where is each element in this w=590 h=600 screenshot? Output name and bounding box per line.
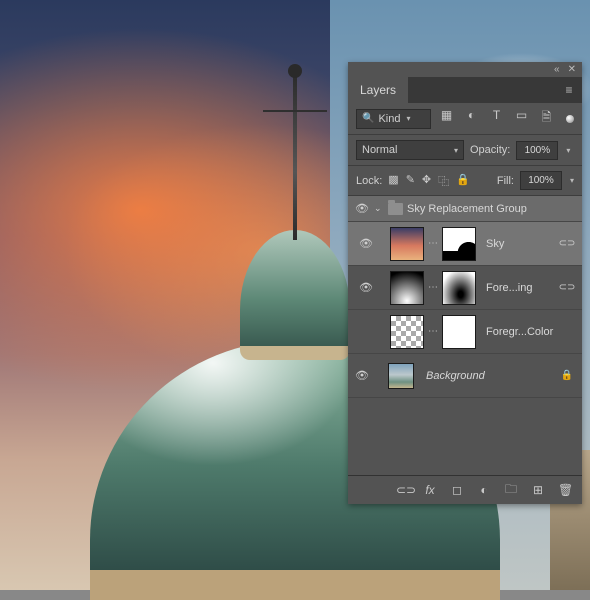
blend-mode-value: Normal	[362, 144, 397, 156]
visibility-icon[interactable]: 👁	[358, 281, 374, 294]
visibility-icon[interactable]: 👁	[358, 237, 374, 250]
lock-row: Lock: ▩ ✎ ✥ ⿻ 🔒 Fill: 100% ▾	[348, 166, 582, 196]
chevron-down-icon[interactable]: ▾	[566, 146, 570, 155]
lock-label: Lock:	[356, 175, 382, 187]
adjustment-layer-icon[interactable]: ◐	[477, 483, 491, 497]
filter-type-icon[interactable]: T	[489, 108, 504, 129]
new-group-icon[interactable]: 🗀	[504, 480, 518, 501]
layer-foreground-lighting-row[interactable]: 👁 ⋯ Fore...ing ⊂⊃	[348, 266, 582, 310]
opacity-input[interactable]: 100%	[516, 141, 558, 160]
layer-name: Sky Replacement Group	[407, 203, 576, 215]
new-layer-icon[interactable]: ⊞	[531, 483, 545, 497]
mask-thumbnail[interactable]	[442, 271, 476, 305]
layer-thumbnail[interactable]	[390, 227, 424, 261]
layer-thumbnail[interactable]	[388, 363, 414, 389]
mask-thumbnail[interactable]	[442, 227, 476, 261]
chevron-down-icon: ▾	[454, 146, 458, 155]
filter-shape-icon[interactable]: ▭	[514, 108, 529, 129]
filter-row: 🔍 Kind ▾ ▦ ◐ T ▭ 🗎	[348, 103, 582, 135]
layer-name: Foregr...Color	[486, 326, 576, 338]
layer-foreground-color-row[interactable]: 👁 ⋯ Foregr...Color	[348, 310, 582, 354]
layer-name: Background	[426, 370, 554, 382]
add-mask-icon[interactable]: ◻	[450, 483, 464, 497]
lock-all-icon[interactable]: 🔒	[456, 173, 470, 189]
mask-link-icon[interactable]: ⋯	[428, 282, 438, 293]
filter-toggle-icon[interactable]	[566, 115, 574, 123]
dome-spire	[293, 70, 297, 240]
filter-smart-icon[interactable]: 🗎	[539, 108, 554, 129]
link-layers-icon[interactable]: ⊂⊃	[396, 483, 410, 497]
filter-pixel-icon[interactable]: ▦	[439, 108, 454, 129]
blend-row: Normal ▾ Opacity: 100% ▾	[348, 135, 582, 166]
visibility-icon[interactable]: 👁	[354, 369, 370, 382]
lock-icon[interactable]: 🔒	[558, 370, 576, 381]
close-icon[interactable]: ✕	[568, 64, 576, 75]
lock-transparency-icon[interactable]: ▩	[388, 173, 398, 189]
visibility-icon[interactable]: 👁	[354, 202, 370, 215]
layers-panel: « ✕ Layers ≡ 🔍 Kind ▾ ▦ ◐ T ▭ 🗎 Normal ▾…	[348, 62, 582, 504]
chevron-down-icon[interactable]: ▾	[570, 176, 574, 185]
visibility-icon[interactable]: 👁	[358, 325, 374, 338]
expand-caret-icon[interactable]: ⌄	[374, 203, 384, 214]
layer-sky-row[interactable]: 👁 ⋯ Sky ⊂⊃	[348, 222, 582, 266]
layer-thumbnail[interactable]	[390, 271, 424, 305]
link-icon[interactable]: ⊂⊃	[558, 282, 576, 293]
delete-layer-icon[interactable]: 🗑	[558, 483, 572, 497]
panel-titlebar[interactable]: « ✕	[348, 62, 582, 77]
layer-name: Sky	[486, 238, 554, 250]
lock-artboard-icon[interactable]: ⿻	[438, 173, 449, 189]
collapse-icon[interactable]: «	[554, 64, 560, 75]
panel-footer: ⊂⊃ fx ◻ ◐ 🗀 ⊞ 🗑	[348, 476, 582, 504]
filter-adjustment-icon[interactable]: ◐	[464, 108, 479, 129]
panel-menu-icon[interactable]: ≡	[556, 83, 582, 97]
tab-layers[interactable]: Layers	[348, 77, 408, 103]
filter-kind-label: Kind	[378, 113, 400, 125]
lock-pixels-icon[interactable]: ✎	[406, 173, 415, 189]
opacity-label: Opacity:	[470, 144, 510, 156]
layers-list: 👁 ⌄ Sky Replacement Group 👁 ⋯ Sky ⊂⊃ 👁 ⋯…	[348, 196, 582, 476]
filter-kind-dropdown[interactable]: 🔍 Kind ▾	[356, 109, 431, 129]
chevron-down-icon: ▾	[406, 114, 410, 123]
blend-mode-dropdown[interactable]: Normal ▾	[356, 140, 464, 160]
fill-label: Fill:	[497, 175, 514, 187]
mask-thumbnail[interactable]	[442, 315, 476, 349]
link-icon[interactable]: ⊂⊃	[558, 238, 576, 249]
filter-type-icons: ▦ ◐ T ▭ 🗎	[437, 108, 556, 129]
mask-link-icon[interactable]: ⋯	[428, 238, 438, 249]
layer-background-row[interactable]: 👁 Background 🔒	[348, 354, 582, 398]
layer-group-row[interactable]: 👁 ⌄ Sky Replacement Group	[348, 196, 582, 222]
fx-icon[interactable]: fx	[423, 483, 437, 497]
layer-name: Fore...ing	[486, 282, 554, 294]
lock-icons-group: ▩ ✎ ✥ ⿻ 🔒	[388, 173, 470, 189]
layer-thumbnail[interactable]	[390, 315, 424, 349]
folder-icon	[388, 203, 403, 215]
panel-tabs: Layers ≡	[348, 77, 582, 103]
fill-input[interactable]: 100%	[520, 171, 562, 190]
mask-link-icon[interactable]: ⋯	[428, 326, 438, 337]
lock-position-icon[interactable]: ✥	[422, 173, 431, 189]
